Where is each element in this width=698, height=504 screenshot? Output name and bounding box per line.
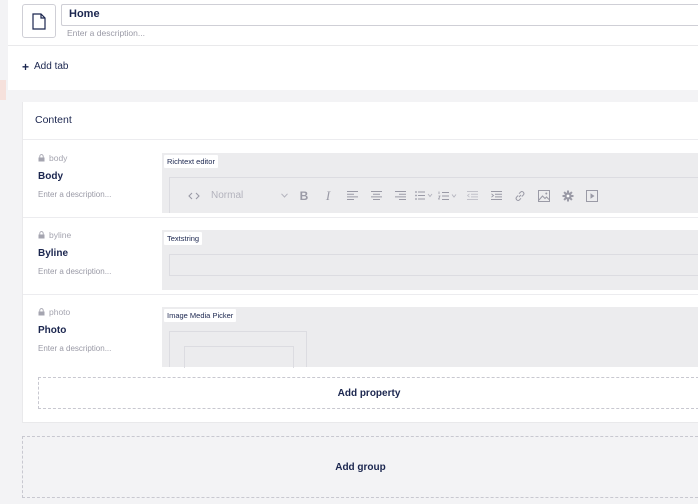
media-embed-icon	[580, 186, 604, 206]
media-picker-placeholder	[184, 346, 294, 368]
textbox-preview	[169, 254, 698, 276]
editor-preview-textstring[interactable]: Textstring	[162, 230, 698, 290]
numbered-list-icon	[436, 186, 460, 206]
content-type-header: Home Enter a description...	[8, 0, 698, 46]
add-property-label: Add property	[337, 387, 401, 399]
editor-preview-media-picker[interactable]: Image Media Picker	[162, 307, 698, 368]
italic-icon: I	[325, 187, 331, 203]
left-strip	[0, 0, 8, 504]
add-property-button[interactable]: Add property	[38, 377, 698, 409]
property-description[interactable]: Enter a description...	[38, 267, 163, 276]
lock-icon[interactable]	[38, 308, 45, 316]
property-row-body: body Body Enter a description... Richtex…	[23, 141, 698, 218]
property-meta: photo Photo Enter a description...	[38, 307, 163, 353]
link-icon	[508, 186, 532, 206]
outdent-icon	[460, 186, 484, 206]
property-meta: body Body Enter a description...	[38, 153, 163, 199]
rte-toolbar-preview: Normal B I	[169, 177, 698, 213]
property-description[interactable]: Enter a description...	[38, 344, 163, 353]
name-input[interactable]: Home	[61, 4, 698, 26]
bullet-list-icon	[412, 186, 436, 206]
property-meta: byline Byline Enter a description...	[38, 230, 163, 276]
property-label[interactable]: Body	[38, 171, 163, 182]
indent-icon	[484, 186, 508, 206]
add-group-button[interactable]: Add group	[22, 436, 698, 498]
align-right-icon	[388, 186, 412, 206]
align-center-icon	[364, 186, 388, 206]
chevron-down-icon	[281, 193, 288, 198]
editor-name-badge: Textstring	[164, 232, 203, 245]
align-left-icon	[340, 186, 364, 206]
property-row-photo: photo Photo Enter a description... Image…	[23, 295, 698, 372]
add-tab-label: Add tab	[34, 61, 69, 72]
format-select-value: Normal	[211, 190, 244, 201]
group-title[interactable]: Content	[23, 102, 698, 140]
lock-icon[interactable]	[38, 154, 45, 162]
editor-preview-richtext[interactable]: Richtext editor Normal B I	[162, 153, 698, 213]
property-label[interactable]: Byline	[38, 248, 163, 259]
plus-icon: +	[22, 59, 30, 74]
left-accent	[0, 80, 6, 100]
property-alias-text: photo	[49, 307, 71, 317]
property-alias[interactable]: body	[38, 153, 163, 163]
lock-icon[interactable]	[38, 231, 45, 239]
tabs-bar: + Add tab	[8, 46, 698, 90]
property-description[interactable]: Enter a description...	[38, 190, 163, 199]
add-group-label: Add group	[335, 461, 386, 473]
media-picker-preview	[169, 331, 307, 368]
bold-icon: B	[299, 188, 309, 203]
property-alias[interactable]: byline	[38, 230, 163, 240]
property-alias-text: body	[49, 153, 68, 163]
image-icon	[532, 186, 556, 206]
add-tab-button[interactable]: + Add tab	[22, 59, 69, 74]
editor-name-badge: Richtext editor	[164, 155, 218, 168]
group-card-content: Content body Body Enter a description...…	[22, 102, 698, 423]
property-label[interactable]: Photo	[38, 325, 163, 336]
property-alias-text: byline	[49, 230, 72, 240]
description-input[interactable]: Enter a description...	[67, 28, 667, 38]
document-icon	[32, 12, 46, 30]
property-alias[interactable]: photo	[38, 307, 163, 317]
editor-name-badge: Image Media Picker	[164, 309, 237, 322]
icon-picker-button[interactable]	[22, 4, 56, 38]
gear-icon	[556, 186, 580, 206]
source-code-icon	[182, 186, 206, 206]
property-row-byline: byline Byline Enter a description... Tex…	[23, 218, 698, 295]
format-select: Normal	[206, 190, 292, 201]
